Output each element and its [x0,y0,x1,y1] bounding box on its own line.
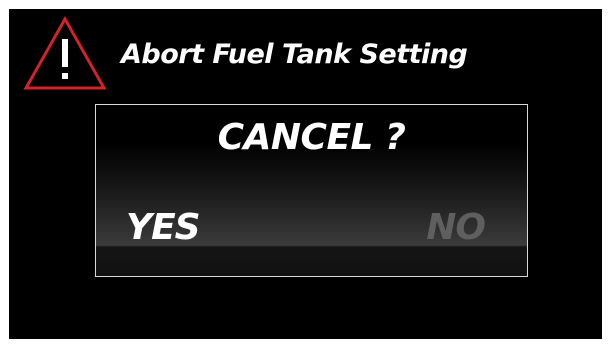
cancel-dialog: CANCEL ? YES NO [95,104,528,277]
no-button[interactable]: NO [426,207,486,248]
dialog-question: CANCEL ? [217,117,406,158]
display-screen: Abort Fuel Tank Setting CANCEL ? YES NO [9,9,602,339]
warning-triangle-icon [23,15,107,90]
alert-title: Abort Fuel Tank Setting [121,39,468,70]
yes-button[interactable]: YES [126,207,201,248]
